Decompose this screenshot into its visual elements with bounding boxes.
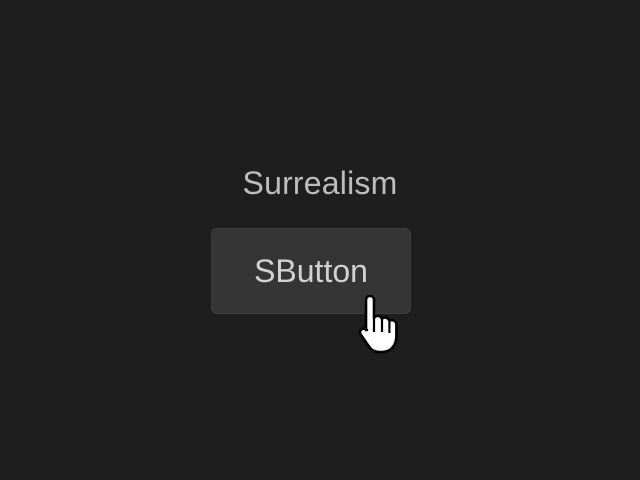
page-title: Surrealism <box>242 165 398 201</box>
app-window: { "heading": { "text": "Surrealism" }, "… <box>0 0 640 480</box>
sbutton[interactable]: SButton <box>211 228 411 314</box>
